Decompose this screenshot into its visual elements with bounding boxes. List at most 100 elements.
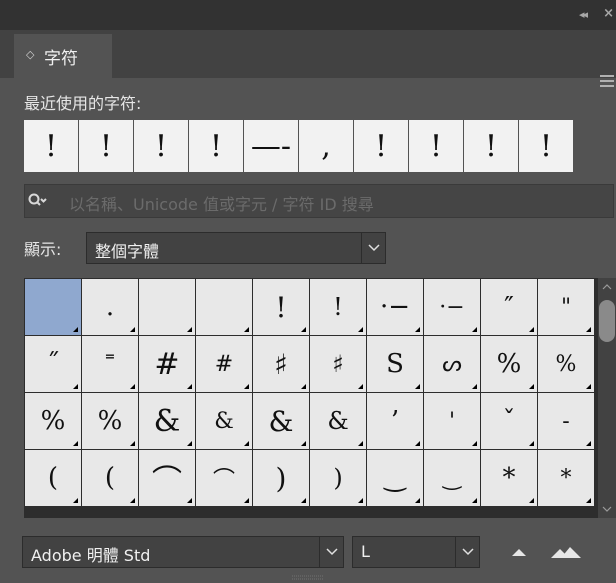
alternates-indicator-icon[interactable] [130, 441, 135, 446]
alternates-indicator-icon[interactable] [586, 384, 591, 389]
glyph-cell[interactable]: ⌒ [196, 450, 252, 506]
alternates-indicator-icon[interactable] [415, 498, 420, 503]
recent-glyph-cell[interactable]: —- [244, 120, 299, 172]
chevron-down-icon[interactable] [361, 233, 385, 263]
glyph-cell[interactable]: ) [253, 450, 309, 506]
glyph-cell[interactable]: ' [424, 393, 480, 449]
glyph-cell[interactable]: & [253, 393, 309, 449]
alternates-indicator-icon[interactable] [586, 498, 591, 503]
glyph-cell[interactable]: - [538, 393, 594, 449]
alternates-indicator-icon[interactable] [301, 327, 306, 332]
glyph-cell[interactable]: ‿ [367, 450, 423, 506]
glyph-cell[interactable]: % [25, 393, 81, 449]
recent-glyph-cell[interactable]: ! [409, 120, 464, 172]
alternates-indicator-icon[interactable] [415, 384, 420, 389]
glyph-cell[interactable]: ! [253, 279, 309, 335]
alternates-indicator-icon[interactable] [472, 498, 477, 503]
alternates-indicator-icon[interactable] [529, 441, 534, 446]
glyph-cell[interactable]: ) [310, 450, 366, 506]
alternates-indicator-icon[interactable] [358, 441, 363, 446]
glyph-cell[interactable]: S [367, 336, 423, 392]
alternates-indicator-icon[interactable] [301, 441, 306, 446]
alternates-indicator-icon[interactable] [244, 441, 249, 446]
glyph-cell[interactable]: ! [310, 279, 366, 335]
alternates-indicator-icon[interactable] [301, 498, 306, 503]
alternates-indicator-icon[interactable] [187, 327, 192, 332]
close-icon[interactable]: × [603, 6, 614, 21]
glyph-cell[interactable]: * [481, 450, 537, 506]
recent-glyph-cell[interactable]: ! [134, 120, 189, 172]
glyph-cell[interactable]: ⌒ [139, 450, 195, 506]
chevron-down-icon[interactable] [455, 537, 479, 567]
alternates-indicator-icon[interactable] [472, 441, 477, 446]
alternates-indicator-icon[interactable] [472, 327, 477, 332]
recent-glyph-cell[interactable]: , [299, 120, 354, 172]
glyph-cell[interactable]: ᔕ [424, 336, 480, 392]
alternates-indicator-icon[interactable] [73, 327, 78, 332]
alternates-indicator-icon[interactable] [187, 441, 192, 446]
alternates-indicator-icon[interactable] [529, 327, 534, 332]
glyph-cell[interactable]: ˭ [82, 336, 138, 392]
tab-glyphs[interactable]: ◇ 字符 [14, 34, 112, 78]
alternates-indicator-icon[interactable] [415, 327, 420, 332]
show-dropdown[interactable]: 整個字體 [86, 232, 386, 264]
glyph-cell[interactable]: ‿ [424, 450, 480, 506]
recent-glyph-cell[interactable]: ! [79, 120, 134, 172]
glyph-cell[interactable]: ♯ [253, 336, 309, 392]
scroll-up-icon[interactable] [602, 284, 612, 290]
search-icon[interactable] [27, 190, 49, 212]
alternates-indicator-icon[interactable] [73, 441, 78, 446]
alternates-indicator-icon[interactable] [358, 498, 363, 503]
alternates-indicator-icon[interactable] [244, 498, 249, 503]
glyph-cell[interactable]: ″ [481, 279, 537, 335]
glyph-cell[interactable]: ·− [367, 279, 423, 335]
recent-glyph-cell[interactable]: ! [24, 120, 79, 172]
alternates-indicator-icon[interactable] [130, 384, 135, 389]
glyph-cell[interactable]: ·− [424, 279, 480, 335]
recent-glyph-cell[interactable]: ! [464, 120, 519, 172]
alternates-indicator-icon[interactable] [244, 384, 249, 389]
alternates-indicator-icon[interactable] [358, 384, 363, 389]
glyph-search-field[interactable]: 以名稱、Unicode 值或字元 / 字符 ID 搜尋 [24, 184, 614, 218]
glyph-cell[interactable]: # [139, 336, 195, 392]
scrollbar-thumb[interactable] [599, 300, 615, 342]
alternates-indicator-icon[interactable] [529, 384, 534, 389]
alternates-indicator-icon[interactable] [130, 498, 135, 503]
recent-glyph-cell[interactable]: ! [189, 120, 244, 172]
glyph-cell[interactable]: " [538, 279, 594, 335]
alternates-indicator-icon[interactable] [415, 441, 420, 446]
glyph-cell[interactable]: & [196, 393, 252, 449]
glyph-cell[interactable]: * [538, 450, 594, 506]
glyph-cell[interactable]: & [139, 393, 195, 449]
recent-glyph-cell[interactable]: ! [354, 120, 409, 172]
glyph-cell[interactable]: # [196, 336, 252, 392]
alternates-indicator-icon[interactable] [586, 327, 591, 332]
alternates-indicator-icon[interactable] [472, 384, 477, 389]
font-style-dropdown[interactable]: L [352, 536, 480, 568]
glyph-cell[interactable]: ♯ [310, 336, 366, 392]
glyph-cell[interactable] [196, 279, 252, 335]
glyph-grid-scrollbar[interactable] [598, 278, 616, 518]
alternates-indicator-icon[interactable] [301, 384, 306, 389]
alternates-indicator-icon[interactable] [529, 498, 534, 503]
scroll-down-icon[interactable] [602, 506, 612, 512]
glyph-cell[interactable]: & [310, 393, 366, 449]
glyph-cell[interactable]: ( [25, 450, 81, 506]
glyph-cell[interactable] [139, 279, 195, 335]
font-family-dropdown[interactable]: Adobe 明體 Std [22, 536, 344, 568]
alternates-indicator-icon[interactable] [73, 498, 78, 503]
glyph-cell[interactable]: . [82, 279, 138, 335]
alternates-indicator-icon[interactable] [187, 384, 192, 389]
glyph-cell[interactable]: % [481, 336, 537, 392]
glyph-cell[interactable]: ˇ [481, 393, 537, 449]
alternates-indicator-icon[interactable] [586, 441, 591, 446]
alternates-indicator-icon[interactable] [187, 498, 192, 503]
recent-glyph-cell[interactable]: ! [519, 120, 574, 172]
glyph-cell[interactable]: % [538, 336, 594, 392]
glyph-cell[interactable] [25, 279, 81, 335]
zoom-in-icon[interactable] [548, 540, 584, 564]
alternates-indicator-icon[interactable] [130, 327, 135, 332]
glyph-cell[interactable]: ˝ [25, 336, 81, 392]
hamburger-menu-icon[interactable] [600, 75, 614, 90]
glyph-cell[interactable]: ( [82, 450, 138, 506]
